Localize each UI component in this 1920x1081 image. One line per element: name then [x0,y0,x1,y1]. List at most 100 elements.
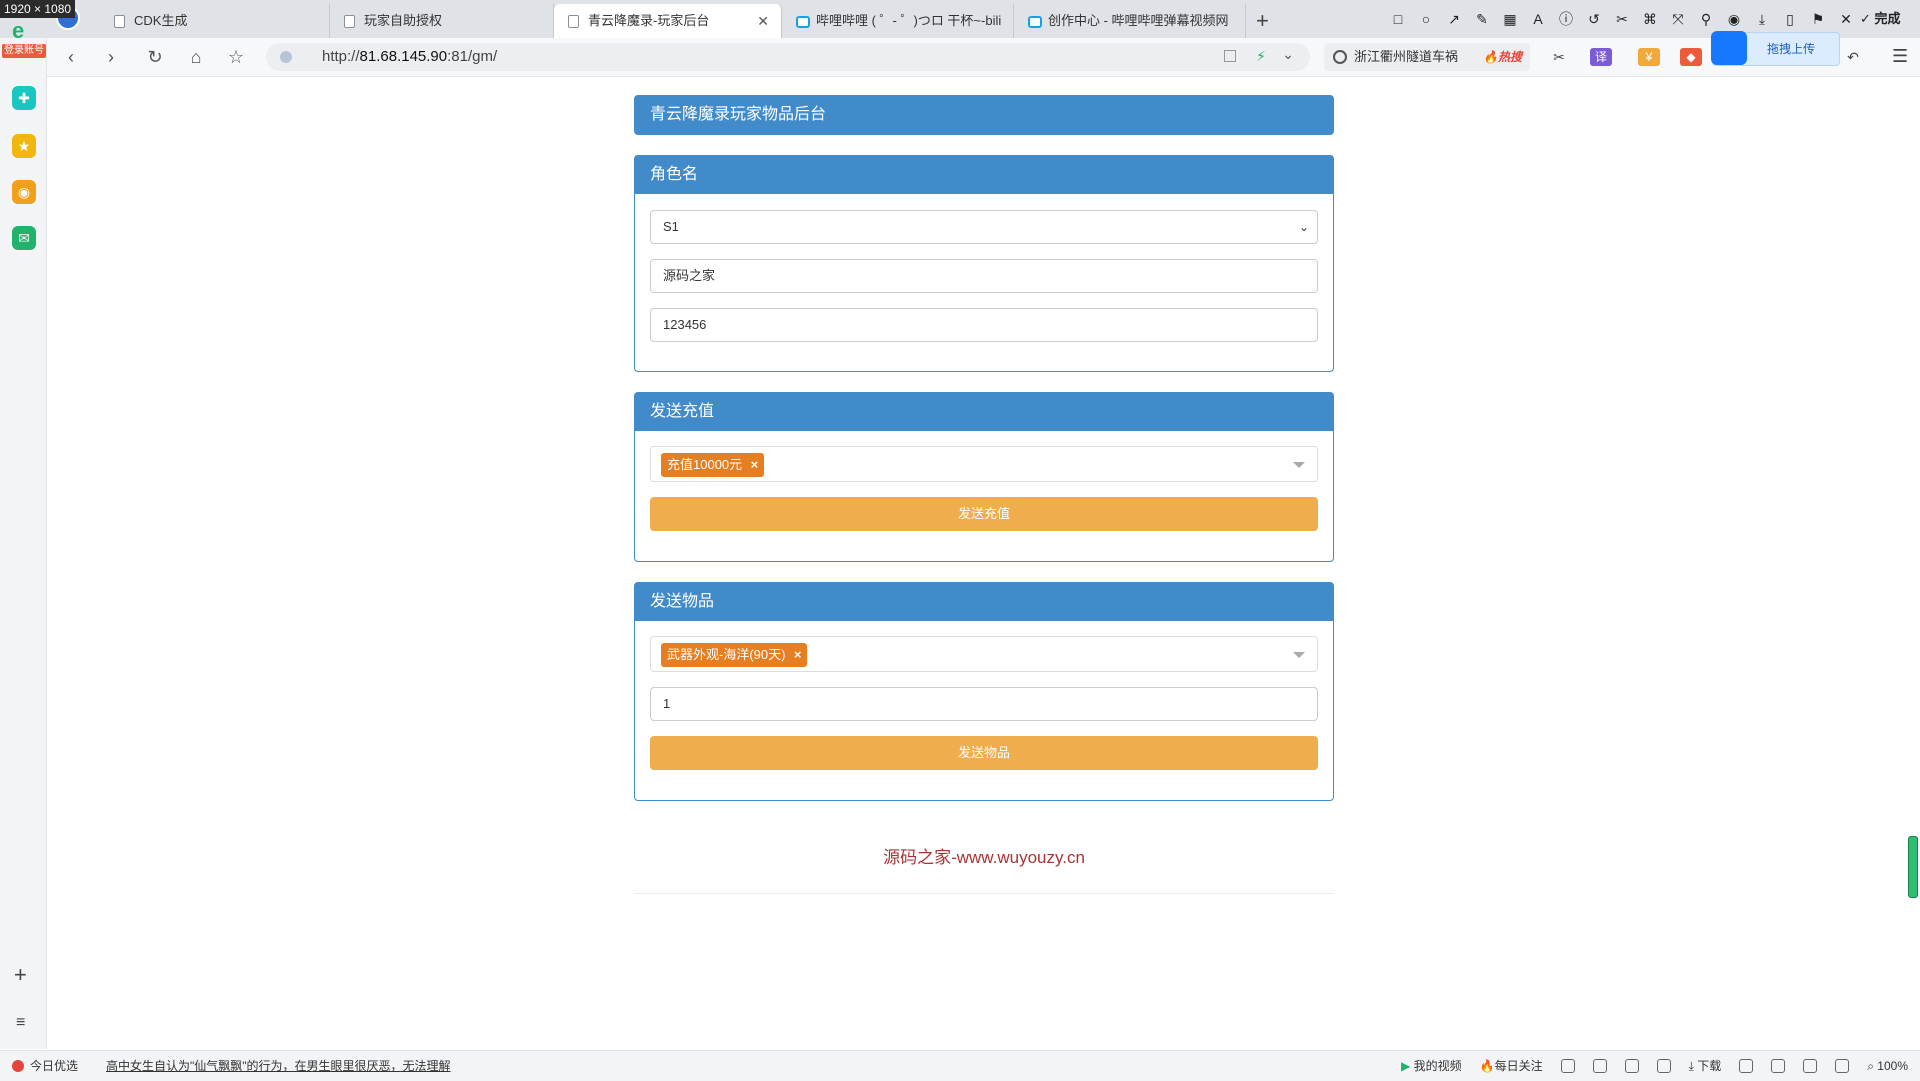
shield-icon[interactable] [1560,1059,1575,1073]
upload-label[interactable]: 拖拽上传 [1767,33,1815,65]
status-bar: 今日优选 高中女生自认为"仙气飘飘"的行为，在男生眼里很厌恶，无法理解 ▶ 我的… [0,1050,1920,1081]
undo-icon[interactable]: ↺ [1584,9,1604,29]
scissors-icon[interactable]: ✂ [1612,9,1632,29]
qr-code-icon[interactable] [1224,50,1236,62]
star-icon[interactable]: ☆ [225,46,247,68]
menu-icon[interactable]: ☰ [1892,46,1908,67]
game-icon[interactable] [1739,1059,1754,1073]
recharge-panel: 发送充值 充值10000元 × 发送充值 [634,392,1334,562]
plus-app-icon[interactable]: ✚ [12,86,36,110]
mail-icon[interactable]: ✉ [12,226,36,250]
image-icon[interactable] [1592,1059,1607,1073]
coupon-extension-icon[interactable]: ¥ [1638,48,1660,66]
game-extension-icon[interactable]: ◆ [1680,48,1702,66]
done-button[interactable]: ✓ 完成 [1860,8,1901,27]
recharge-chip[interactable]: 充值10000元 × [661,453,765,477]
password-input[interactable]: 123456 [650,308,1318,342]
item-chip[interactable]: 武器外观-海洋(90天) × [661,643,808,667]
pen-icon[interactable]: ✎ [1472,9,1492,29]
favorites-star-icon[interactable]: ★ [12,134,36,158]
item-panel-heading: 发送物品 [635,583,1333,621]
hot-search-label[interactable]: 🔥热搜 [1483,43,1522,71]
rectangle-icon[interactable]: □ [1388,9,1408,29]
dropdown-arrow-icon[interactable] [1293,462,1305,468]
page-icon [568,15,579,28]
server-select[interactable]: S1 ⌄ [650,210,1318,244]
item-multiselect[interactable]: 武器外观-海洋(90天) × [650,636,1318,672]
login-button[interactable]: 登录账号 [2,44,46,58]
footer-site-link[interactable]: 源码之家-www.wuyouzy.cn [634,843,1334,868]
scissors-icon[interactable]: ✂ [1548,48,1570,66]
send-item-button[interactable]: 发送物品 [650,736,1318,770]
reload-icon[interactable]: ↻ [144,46,166,68]
chevron-down-icon[interactable]: ⌄ [1282,46,1294,63]
today-picks-button[interactable]: 今日优选 [12,1051,78,1081]
close-tab-icon[interactable]: ✕ [757,4,769,38]
chip-label: 充值10000元 [667,457,743,472]
ie-icon[interactable] [1771,1059,1786,1073]
rocket-icon[interactable] [1656,1059,1671,1073]
bilibili-icon [1028,16,1042,28]
tab-cdk[interactable]: CDK生成 [100,4,330,38]
record-icon[interactable]: ◉ [1724,9,1744,29]
arrow-icon[interactable]: ↗ [1444,9,1464,29]
item-quantity-input[interactable]: 1 [650,687,1318,721]
text-icon[interactable]: A [1528,9,1548,29]
url-text[interactable]: http://81.68.145.90:81/gm/ [322,43,497,71]
scrollbar-handle[interactable] [1908,836,1918,898]
mosaic-icon[interactable]: ▦ [1500,9,1520,29]
remove-chip-icon[interactable]: × [794,643,802,667]
volume-icon[interactable] [1835,1059,1850,1073]
footer-divider [634,893,1334,894]
add-sidebar-item-icon[interactable]: + [14,962,27,988]
play-icon: ▶ [1401,1059,1414,1073]
cloud-upload-icon [1711,31,1747,65]
remove-chip-icon[interactable]: × [751,453,759,477]
character-name-input[interactable]: 源码之家 [650,259,1318,293]
translate-extension-icon[interactable]: 译 [1590,48,1612,66]
forward-icon[interactable]: › [100,46,122,68]
close-icon[interactable]: ✕ [1836,9,1856,29]
status-bar-tools: ▶ 我的视频 🔥每日关注 ⤓ 下载 ⌕ 100% [1401,1051,1908,1081]
new-tab-icon[interactable]: + [1256,4,1269,38]
search-suggestion[interactable]: 浙江衢州隧道车祸 [1354,49,1458,64]
news-ticker-link[interactable]: 高中女生自认为"仙气飘飘"的行为，在男生眼里很厌恶，无法理解 [106,1051,451,1081]
bookmark-icon[interactable]: ⚑ [1808,9,1828,29]
search-box[interactable]: 浙江衢州隧道车祸 🔥热搜 [1324,43,1530,71]
number-icon[interactable]: ⓘ [1556,9,1576,29]
download-icon[interactable]: ⤓ [1752,9,1772,29]
sidebar-list-icon[interactable]: ≡ [16,1014,25,1032]
undo-icon[interactable]: ↶ [1842,48,1864,66]
translate-icon[interactable]: ⌘ [1640,9,1660,29]
ellipse-icon[interactable]: ○ [1416,9,1436,29]
daily-follow-button[interactable]: 🔥每日关注 [1480,1051,1543,1081]
dropdown-arrow-icon[interactable] [1293,652,1305,658]
window-icon[interactable] [1803,1059,1818,1073]
browser-e-logo-icon[interactable]: e [12,18,34,43]
send-recharge-button[interactable]: 发送充值 [650,497,1318,531]
zoom-control[interactable]: ⌕ 100% [1867,1051,1908,1081]
pin-icon[interactable]: ⚲ [1696,9,1716,29]
site-info-icon[interactable] [280,51,292,63]
tab-player-auth[interactable]: 玩家自助授权 [330,4,554,38]
download-button[interactable]: ⤓ 下载 [1689,1051,1722,1081]
my-video-button[interactable]: ▶ 我的视频 [1401,1051,1462,1081]
tab-player-backend[interactable]: 青云降魔录-玩家后台 ✕ [554,4,782,38]
address-bar[interactable]: http://81.68.145.90:81/gm/ ⚡ ⌄ [266,43,1310,71]
weibo-icon[interactable]: ◉ [12,180,36,204]
expand-icon[interactable]: ⤧ [1668,9,1688,29]
heart-icon [12,1060,24,1072]
chevron-down-icon: ⌄ [1298,220,1309,234]
health-icon[interactable] [1624,1059,1639,1073]
today-picks-label: 今日优选 [30,1059,79,1073]
tab-bilibili[interactable]: 哔哩哔哩 ( ゜- ゜)つロ 干杯~-bili [782,4,1014,38]
tab-label: 创作中心 - 哔哩哔哩弹幕视频网 [1048,13,1229,28]
upload-popup[interactable]: 拖拽上传 [1711,31,1840,66]
phone-icon[interactable]: ▯ [1780,9,1800,29]
recharge-panel-heading: 发送充值 [635,393,1333,431]
home-icon[interactable]: ⌂ [185,46,207,68]
speed-mode-icon[interactable]: ⚡ [1256,48,1266,65]
back-icon[interactable]: ‹ [60,46,82,68]
recharge-multiselect[interactable]: 充值10000元 × [650,446,1318,482]
tab-bilibili-creator[interactable]: 创作中心 - 哔哩哔哩弹幕视频网 [1014,4,1246,38]
